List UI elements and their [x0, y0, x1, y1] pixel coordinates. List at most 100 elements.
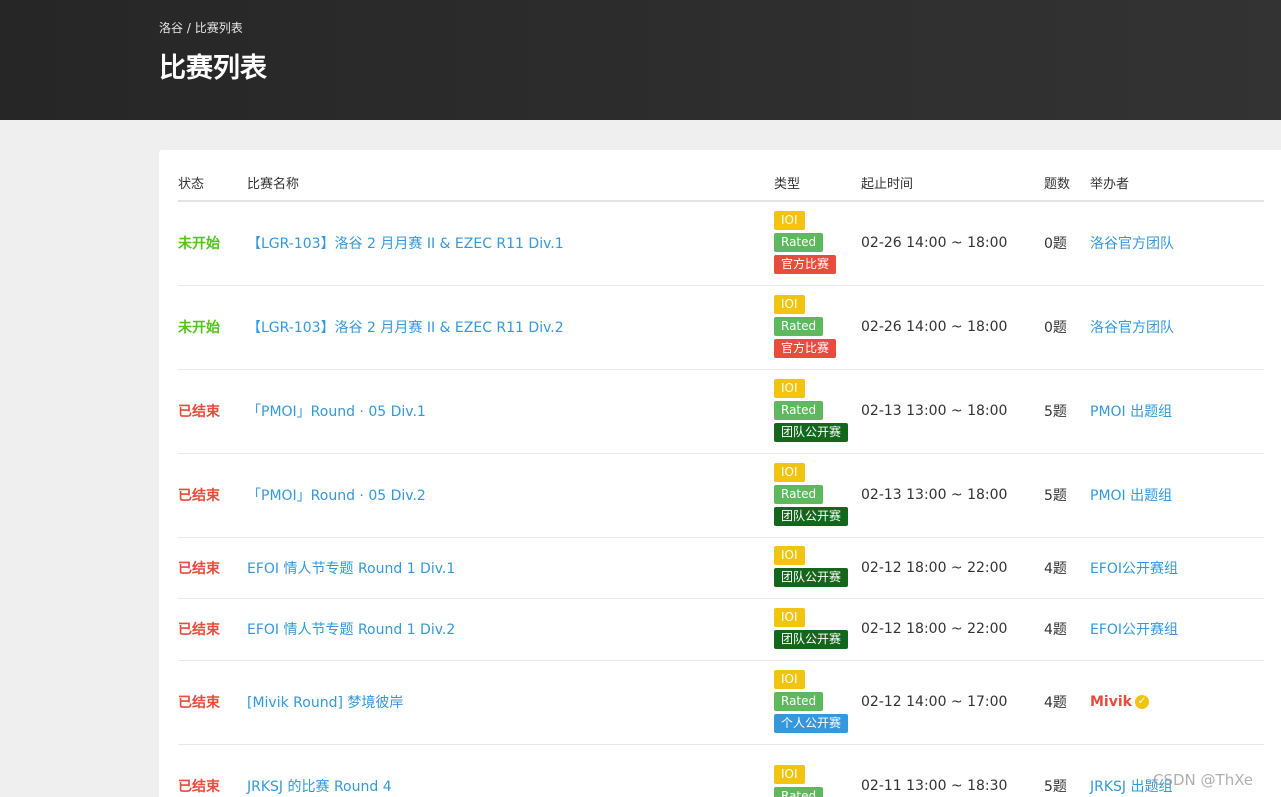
contest-status: 已结束 — [178, 453, 247, 538]
contest-name-cell: EFOI 情人节专题 Round 1 Div.1 — [247, 537, 774, 599]
tag-ioi: IOI — [774, 764, 805, 784]
tag-rated: Rated — [774, 691, 824, 711]
contest-time: 02-13 13:00 ~ 18:00 — [861, 453, 1044, 538]
breadcrumb-current: 比赛列表 — [194, 21, 243, 35]
contest-tags: IOI Rated 团队公开赛 — [774, 369, 861, 454]
column-header-status: 状态 — [178, 164, 247, 202]
tag-ioi: IOI — [774, 378, 805, 398]
column-header-host: 举办者 — [1090, 164, 1264, 202]
contest-status: 已结束 — [178, 744, 247, 797]
contest-row: 已结束 JRKSJ 的比赛 Round 4 IOI Rated 02-11 13:00 … — [178, 744, 1264, 797]
column-header-time: 起止时间 — [861, 164, 1044, 202]
breadcrumb-separator: / — [186, 21, 191, 35]
column-header-name: 比赛名称 — [247, 164, 774, 202]
contest-name-cell: 「PMOI」Round · 05 Div.1 — [247, 369, 774, 454]
contest-host-link[interactable]: PMOI 出题组 — [1090, 488, 1172, 504]
contest-name-cell: 「PMOI」Round · 05 Div.2 — [247, 453, 774, 538]
contest-time: 02-12 14:00 ~ 17:00 — [861, 660, 1044, 745]
contest-name-link[interactable]: EFOI 情人节专题 Round 1 Div.2 — [247, 622, 455, 638]
contest-name-cell: JRKSJ 的比赛 Round 4 — [247, 744, 774, 797]
page-header: 洛谷 / 比赛列表 比赛列表 — [0, 0, 1281, 120]
contest-time: 02-12 18:00 ~ 22:00 — [861, 537, 1044, 599]
tag-team: 团队公开赛 — [774, 422, 849, 442]
tag-rated: Rated — [774, 484, 824, 504]
contest-tags: IOI Rated — [774, 744, 861, 797]
problem-count: 4题 — [1044, 660, 1090, 745]
contest-status: 已结束 — [178, 369, 247, 454]
problem-count: 4题 — [1044, 537, 1090, 599]
contest-status: 未开始 — [178, 201, 247, 286]
contest-host-link[interactable]: EFOI公开赛组 — [1090, 561, 1178, 577]
tag-rated: Rated — [774, 232, 824, 252]
contest-row: 未开始 【LGR-103】洛谷 2 月月赛 II & EZEC R11 Div.1… — [178, 201, 1264, 286]
watermark: CSDN @ThXe — [1153, 771, 1254, 789]
contest-time: 02-26 14:00 ~ 18:00 — [861, 201, 1044, 286]
contest-row: 未开始 【LGR-103】洛谷 2 月月赛 II & EZEC R11 Div.2… — [178, 285, 1264, 370]
tag-team: 团队公开赛 — [774, 629, 849, 649]
contest-row: 已结束 EFOI 情人节专题 Round 1 Div.2 IOI 团队公开赛 02-12… — [178, 598, 1264, 661]
contest-status: 已结束 — [178, 598, 247, 661]
contest-tags: IOI 团队公开赛 — [774, 537, 861, 599]
contest-host-link[interactable]: EFOI公开赛组 — [1090, 622, 1178, 638]
contest-row: 已结束 EFOI 情人节专题 Round 1 Div.1 IOI 团队公开赛 02-12… — [178, 537, 1264, 599]
tag-ioi: IOI — [774, 607, 805, 627]
contest-row: 已结束 「PMOI」Round · 05 Div.1 IOI Rated 团队公开赛 02… — [178, 369, 1264, 454]
contest-name-cell: 【LGR-103】洛谷 2 月月赛 II & EZEC R11 Div.1 — [247, 201, 774, 286]
contest-host-cell: 洛谷官方团队 — [1090, 201, 1264, 286]
tag-rated: Rated — [774, 400, 824, 420]
tag-ioi: IOI — [774, 546, 805, 565]
contest-status: 已结束 — [178, 660, 247, 745]
contest-tags: IOI Rated 团队公开赛 — [774, 453, 861, 538]
contest-name-link[interactable]: 「PMOI」Round · 05 Div.2 — [247, 488, 426, 504]
contest-time: 02-11 13:00 ~ 18:30 — [861, 744, 1044, 797]
contest-status: 已结束 — [178, 537, 247, 599]
problem-count: 5题 — [1044, 453, 1090, 538]
contest-name-cell: EFOI 情人节专题 Round 1 Div.2 — [247, 598, 774, 661]
problem-count: 5题 — [1044, 369, 1090, 454]
contest-host-cell: 洛谷官方团队 — [1090, 285, 1264, 370]
contest-time: 02-26 14:00 ~ 18:00 — [861, 285, 1044, 370]
contest-name-link[interactable]: 【LGR-103】洛谷 2 月月赛 II & EZEC R11 Div.2 — [247, 320, 564, 336]
tag-official: 官方比赛 — [774, 338, 837, 358]
contest-time: 02-13 13:00 ~ 18:00 — [861, 369, 1044, 454]
verified-check-icon: ✓ — [1134, 695, 1149, 709]
contest-name-link[interactable]: 【LGR-103】洛谷 2 月月赛 II & EZEC R11 Div.1 — [247, 236, 564, 252]
problem-count: 0题 — [1044, 201, 1090, 286]
contest-name-link[interactable]: EFOI 情人节专题 Round 1 Div.1 — [247, 561, 455, 577]
contest-host-link[interactable]: 洛谷官方团队 — [1090, 236, 1174, 252]
contest-host-link[interactable]: Mivik — [1090, 694, 1132, 710]
page-title: 比赛列表 — [159, 53, 267, 84]
tag-ioi: IOI — [774, 462, 805, 482]
tag-official: 官方比赛 — [774, 254, 837, 274]
contest-tags: IOI Rated 官方比赛 — [774, 285, 861, 370]
tag-ioi: IOI — [774, 210, 805, 230]
tag-rated: Rated — [774, 786, 824, 797]
table-header-row: 状态 比赛名称 类型 起止时间 题数 举办者 — [178, 164, 1264, 202]
contest-host-cell: EFOI公开赛组 — [1090, 598, 1264, 661]
tag-team: 团队公开赛 — [774, 568, 849, 587]
breadcrumb-home-link[interactable]: 洛谷 — [159, 21, 183, 35]
contest-tags: IOI 团队公开赛 — [774, 598, 861, 661]
contest-name-link[interactable]: 「PMOI」Round · 05 Div.1 — [247, 404, 426, 420]
contest-name-cell: [Mivik Round] 梦境彼岸 — [247, 660, 774, 745]
contest-host-cell: PMOI 出题组 — [1090, 369, 1264, 454]
contest-time: 02-12 18:00 ~ 22:00 — [861, 598, 1044, 661]
problem-count: 4题 — [1044, 598, 1090, 661]
problem-count: 0题 — [1044, 285, 1090, 370]
tag-personal: 个人公开赛 — [774, 713, 849, 733]
contest-name-link[interactable]: [Mivik Round] 梦境彼岸 — [247, 695, 403, 711]
contest-list-card: 状态 比赛名称 类型 起止时间 题数 举办者 未开始 【LGR-103】洛谷 2 … — [159, 150, 1281, 797]
contest-name-cell: 【LGR-103】洛谷 2 月月赛 II & EZEC R11 Div.2 — [247, 285, 774, 370]
contest-row: 已结束 [Mivik Round] 梦境彼岸 IOI Rated 个人公开赛 02-12 … — [178, 660, 1264, 745]
problem-count: 5题 — [1044, 744, 1090, 797]
contest-name-link[interactable]: JRKSJ 的比赛 Round 4 — [247, 779, 392, 795]
tag-ioi: IOI — [774, 294, 805, 314]
column-header-count: 题数 — [1044, 164, 1090, 202]
contest-status: 未开始 — [178, 285, 247, 370]
tag-team: 团队公开赛 — [774, 506, 849, 526]
column-header-type: 类型 — [774, 164, 861, 202]
contest-host-link[interactable]: 洛谷官方团队 — [1090, 320, 1174, 336]
contest-tags: IOI Rated 官方比赛 — [774, 201, 861, 286]
contest-host-link[interactable]: PMOI 出题组 — [1090, 404, 1172, 420]
tag-rated: Rated — [774, 316, 824, 336]
